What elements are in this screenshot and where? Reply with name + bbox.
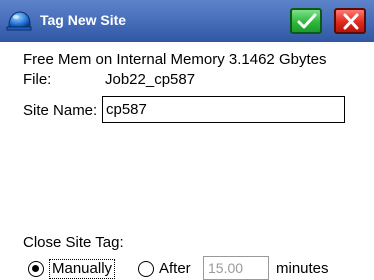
- ok-button[interactable]: [290, 8, 322, 34]
- close-site-tag-label: Close Site Tag:: [23, 234, 124, 251]
- file-name-value: Job22_cp587: [105, 71, 196, 88]
- tag-new-site-dialog: Tag New Site Free Mem on Internal Memory…: [0, 0, 374, 280]
- free-memory-text: Free Mem on Internal Memory 3.1462 Gbyte…: [23, 51, 327, 68]
- site-name-label: Site Name:: [23, 102, 98, 119]
- checkmark-icon: [297, 13, 317, 29]
- after-radio[interactable]: [138, 261, 154, 277]
- after-minutes-input[interactable]: [203, 256, 269, 280]
- manually-label[interactable]: Manually: [49, 259, 116, 279]
- minutes-label: minutes: [276, 260, 329, 277]
- close-x-icon: [343, 13, 359, 30]
- helmet-icon: [6, 8, 32, 34]
- title-bar: Tag New Site: [0, 0, 374, 42]
- manually-radio[interactable]: [28, 261, 44, 277]
- site-name-input[interactable]: [102, 96, 345, 123]
- file-label: File:: [23, 71, 52, 88]
- window-title: Tag New Site: [40, 12, 127, 28]
- cancel-button[interactable]: [334, 8, 366, 34]
- after-label[interactable]: After: [159, 260, 191, 278]
